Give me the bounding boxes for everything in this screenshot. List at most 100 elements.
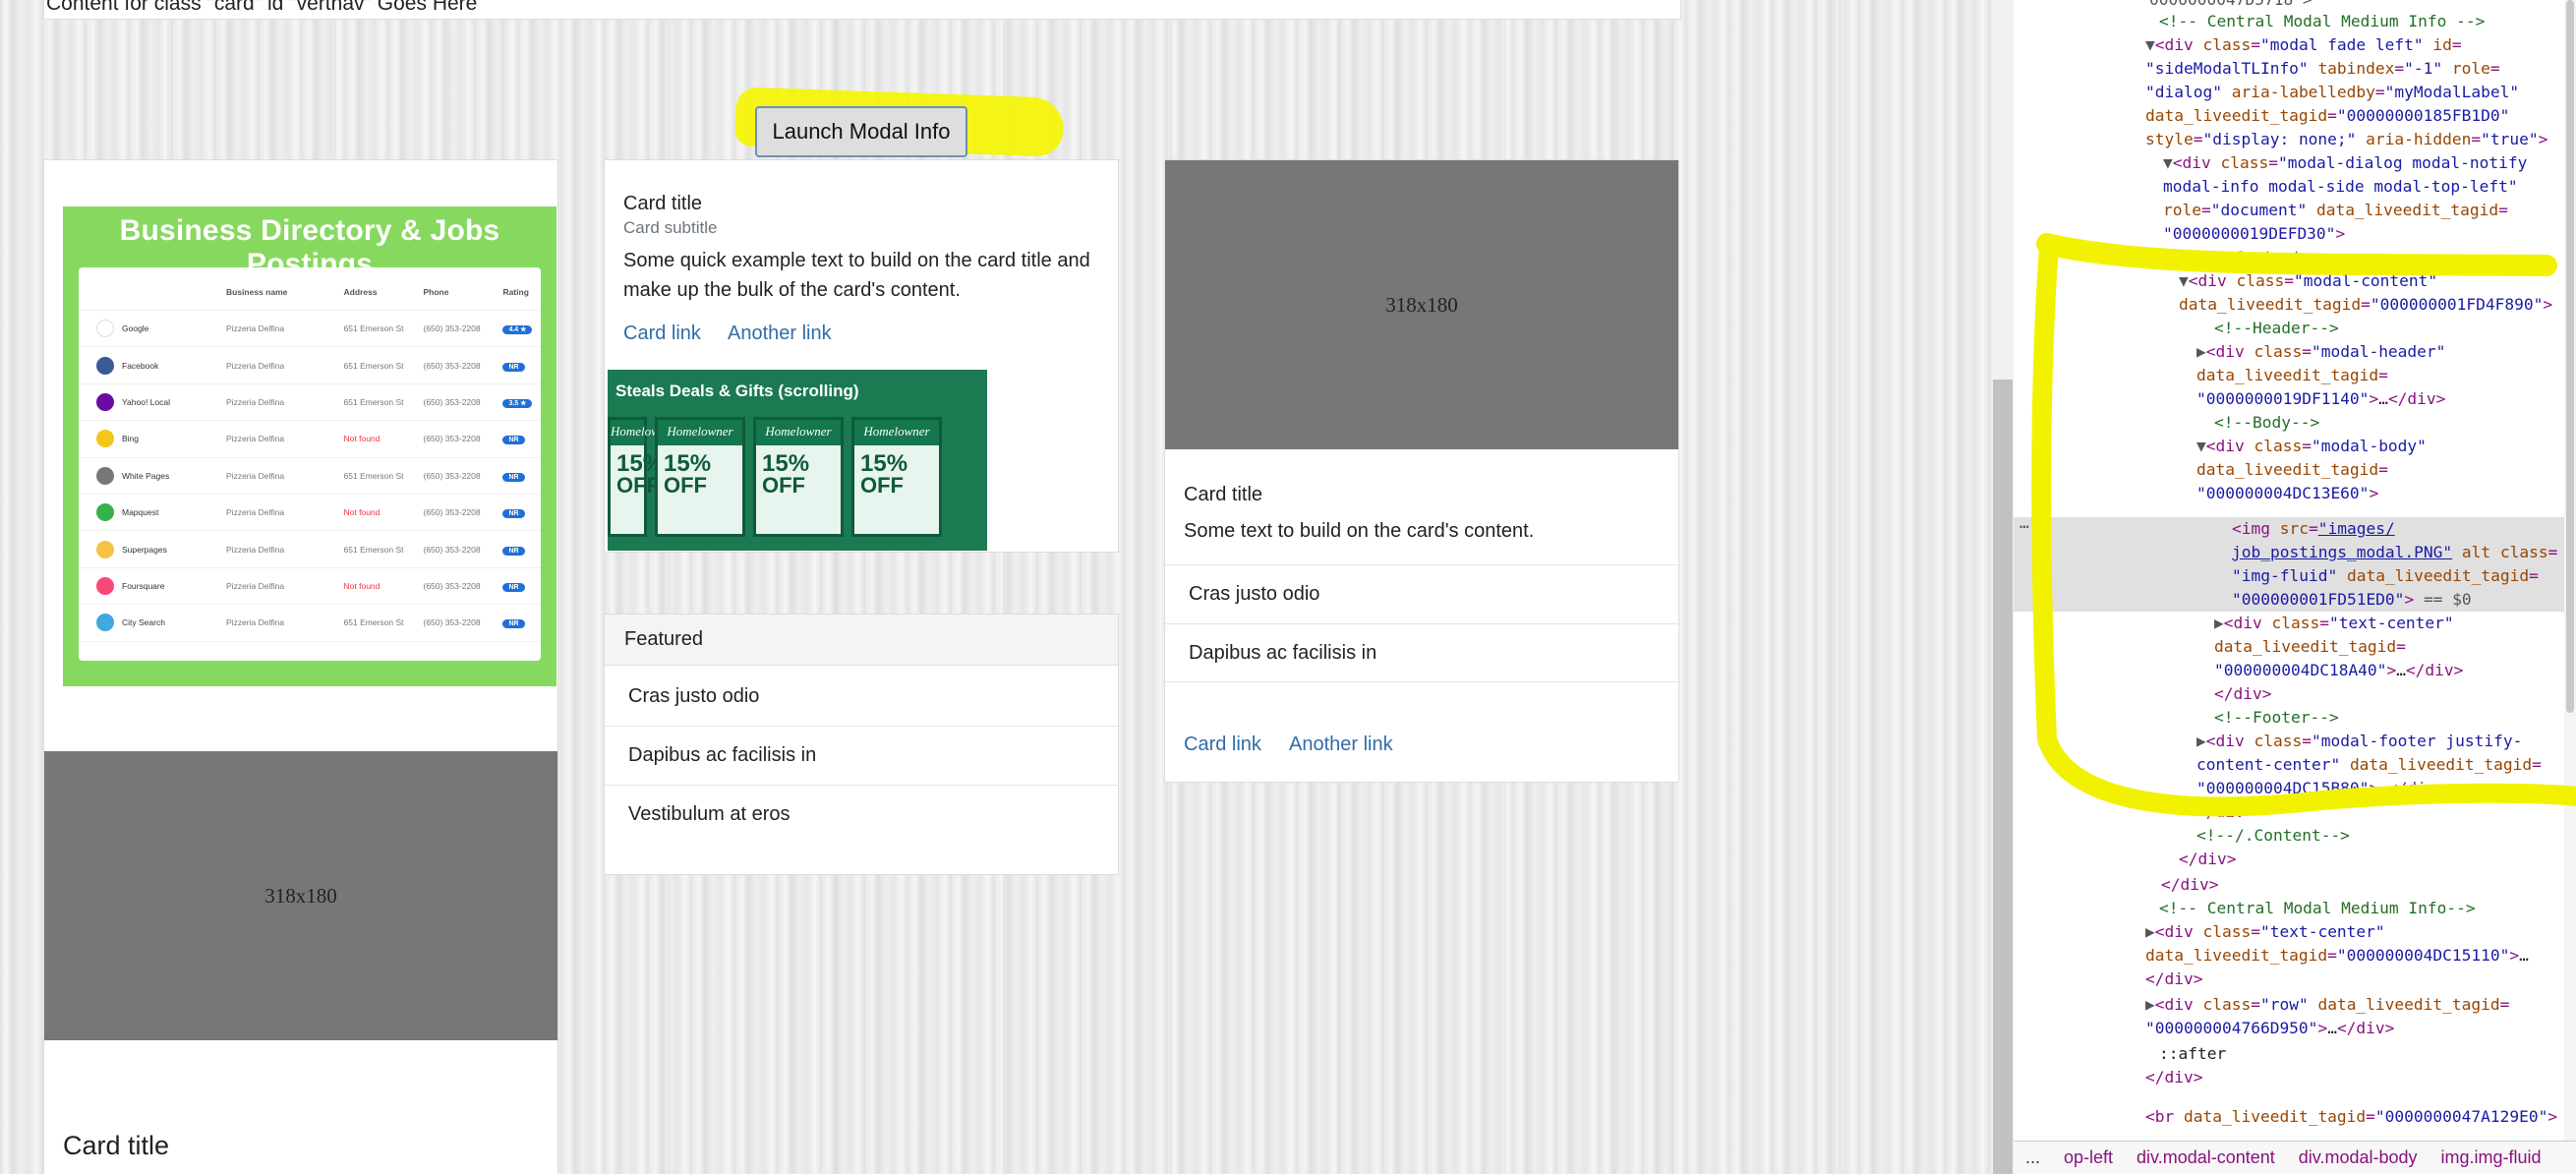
card-link-col2[interactable]: Card link (623, 323, 701, 345)
rating-badge: 4.4 ★ (502, 325, 533, 335)
directory-cell: 651 Emerson St (343, 544, 404, 555)
directory-cell: 651 Emerson St (343, 323, 404, 334)
directory-cell: (650) 353-2208 (423, 360, 481, 371)
directory-image: Business Directory & Jobs Postings Busin… (63, 206, 556, 686)
header-rating: Rating (502, 286, 529, 297)
coupon-off: OFF (860, 473, 904, 498)
directory-cell: 651 Emerson St (343, 617, 404, 628)
directory-cell: (650) 353-2208 (423, 470, 481, 481)
coupon-brand: Homelowner (854, 420, 939, 445)
directory-cell: (650) 353-2208 (423, 396, 481, 407)
site-logo-icon (96, 614, 114, 632)
directory-cell: (650) 353-2208 (423, 580, 481, 591)
directory-cell: Not found (343, 580, 381, 591)
directory-row: Yahoo! Local Pizzeria Delfina 651 Emerson … (79, 384, 541, 422)
browser-viewport: Content for class "card" id "verthav" Go… (0, 0, 1992, 1174)
directory-row: Bing Pizzeria Delfina Not found (650) 353-2… (79, 421, 541, 458)
coupon-brand: Homelowner (756, 420, 841, 445)
card-text-col3: Some text to build on the card's content… (1184, 520, 1535, 542)
coupon-off: OFF (664, 473, 707, 498)
rating-badge: NR (502, 436, 525, 445)
coupon-card: Homelowner 15% OFF (655, 417, 745, 537)
directory-cell: 651 Emerson St (343, 470, 404, 481)
list-item: Cras justo odio (628, 684, 760, 707)
header-business: Business name (226, 286, 288, 297)
placeholder-label: 318x180 (1385, 292, 1458, 317)
devtools-scrollbar-thumb[interactable] (2566, 0, 2574, 713)
steals-deals-image: Steals Deals & Gifts (scrolling) Homelow… (608, 370, 987, 551)
featured-label: Featured (624, 628, 704, 650)
coupon-card: Homelowner 15% OFF (608, 417, 676, 537)
breadcrumb-item[interactable]: op-left (2052, 1147, 2125, 1168)
directory-cell: (650) 353-2208 (423, 434, 481, 444)
site-logo-icon (96, 576, 114, 595)
directory-table: Business name Address Phone Rating Googl… (79, 267, 541, 661)
devtools-elements-panel[interactable]: 0000000047D5718"> <!-- Central Modal Med… (2014, 0, 2576, 1174)
breadcrumb-item[interactable]: div.modal-content (2125, 1147, 2287, 1168)
steals-title: Steals Deals & Gifts (scrolling) (615, 382, 859, 400)
breadcrumb-more[interactable]: ... (2014, 1147, 2052, 1168)
directory-cell: (650) 353-2208 (423, 507, 481, 518)
directory-cell: Pizzeria Delfina (226, 470, 285, 481)
another-link-col3[interactable]: Another link (1289, 734, 1393, 756)
devtools-breadcrumb: ... op-left div.modal-content div.modal-… (2014, 1141, 2576, 1174)
coupon-off: OFF (616, 473, 660, 498)
rating-badge: NR (502, 509, 525, 519)
directory-cell: Pizzeria Delfina (226, 434, 285, 444)
directory-cell: Mapquest (122, 507, 159, 518)
launch-modal-button[interactable]: Launch Modal Info (755, 106, 967, 157)
directory-cell: Facebook (122, 360, 159, 371)
placeholder-label: 318x180 (264, 883, 337, 908)
directory-title: Business Directory & Jobs Postings (119, 214, 500, 280)
directory-cell: Not found (343, 434, 381, 444)
directory-cell: (650) 353-2208 (423, 544, 481, 555)
site-logo-icon (96, 392, 114, 411)
directory-cell: (650) 353-2208 (423, 617, 481, 628)
rating-badge: 3.5 ★ (502, 398, 533, 408)
directory-cell: Superpages (122, 544, 167, 555)
list-item: Vestibulum at eros (605, 785, 1118, 844)
directory-cell: Pizzeria Delfina (226, 360, 285, 371)
placeholder-image-2: 318x180 (1165, 160, 1678, 449)
directory-cell: Pizzeria Delfina (226, 580, 285, 591)
rating-badge: NR (502, 582, 525, 592)
directory-cell: Yahoo! Local (122, 396, 170, 407)
directory-cell: City Search (122, 617, 165, 628)
header-address: Address (343, 286, 378, 297)
card-title-col3: Card title (1184, 484, 1263, 505)
card-text-col2: Some quick example text to build on the … (623, 250, 1090, 301)
directory-cell: 651 Emerson St (343, 360, 404, 371)
coupon-card: Homelowner 15% OFF (753, 417, 844, 537)
featured-header: Featured (605, 615, 1118, 666)
site-logo-icon (96, 466, 114, 485)
directory-cell: Pizzeria Delfina (226, 396, 285, 407)
site-logo-icon (96, 356, 114, 375)
directory-cell: Google (122, 323, 149, 334)
site-logo-icon (96, 320, 114, 338)
directory-cell: Not found (343, 507, 381, 518)
rating-badge: NR (502, 619, 525, 629)
directory-cell: 651 Emerson St (343, 396, 404, 407)
another-link-col2[interactable]: Another link (728, 323, 832, 345)
breadcrumb-item[interactable]: img.img-fluid (2430, 1147, 2553, 1168)
coupon-strip: Homelowner 15% OFF Homelowner 15% OFF Homelown… (608, 417, 987, 537)
coupon-brand: Homelowner (611, 420, 676, 445)
directory-cell: Pizzeria Delfina (226, 323, 285, 334)
rating-badge: NR (502, 472, 525, 482)
directory-row: Facebook Pizzeria Delfina 651 Emerson St (6… (79, 347, 541, 384)
page-scrollbar-thumb[interactable] (1993, 380, 2013, 1174)
directory-row: Google Pizzeria Delfina 651 Emerson St (650… (79, 311, 541, 348)
card-link-col3[interactable]: Card link (1184, 734, 1261, 756)
top-card-content: Content for class "card" id "verthav" Go… (43, 0, 1681, 20)
directory-row: City Search Pizzeria Delfina 651 Emerson S… (79, 605, 541, 642)
directory-row: White Pages Pizzeria Delfina 651 Emerson S… (79, 458, 541, 495)
list-item: Cras justo odio (1165, 564, 1678, 623)
rating-badge: NR (502, 362, 525, 372)
directory-cell: Bing (122, 434, 140, 444)
breadcrumb-item[interactable]: div.modal-body (2287, 1147, 2430, 1168)
directory-row: Foursquare Pizzeria Delfina Not found (650)… (79, 568, 541, 606)
card-title-col1: Card title (63, 1131, 170, 1160)
coupon-brand: Homelowner (658, 420, 742, 445)
directory-cell: Pizzeria Delfina (226, 544, 285, 555)
card-subtitle: Card subtitle (623, 218, 718, 237)
